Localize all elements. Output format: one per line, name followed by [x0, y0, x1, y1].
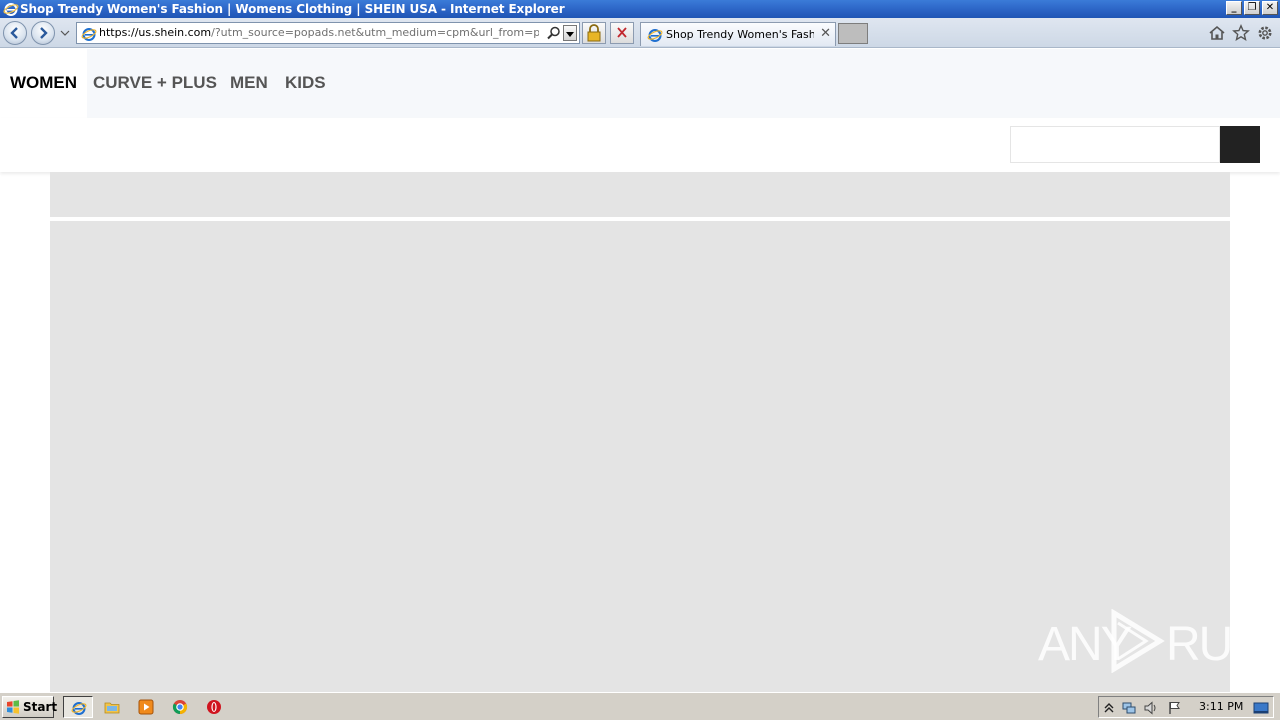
forward-arrow-icon — [40, 27, 48, 39]
window-titlebar: Shop Trendy Women's Fashion | Womens Clo… — [0, 0, 1280, 18]
page-viewport: WOMEN CURVE + PLUS MEN KIDS ANY RUN — [0, 49, 1280, 692]
header-search-row — [0, 118, 1280, 172]
anyrun-watermark: ANY RUN — [1038, 609, 1266, 673]
site-top-nav: WOMEN CURVE + PLUS MEN KIDS — [0, 49, 1280, 118]
tab-close-icon[interactable]: ✕ — [820, 23, 831, 45]
ie-logo-icon — [3, 3, 19, 16]
taskbar-opera[interactable] — [199, 696, 229, 718]
action-center-flag-icon[interactable] — [1167, 700, 1183, 716]
search-icon[interactable] — [547, 26, 561, 40]
address-bar[interactable]: https://us.shein.com/?utm_source=popads.… — [76, 22, 580, 44]
red-alert-icon — [206, 699, 222, 715]
back-arrow-icon — [10, 27, 18, 39]
back-button[interactable] — [3, 21, 27, 45]
history-dropdown-icon[interactable] — [60, 28, 70, 38]
security-lock-button[interactable] — [582, 22, 606, 44]
banner-placeholder — [50, 172, 1230, 217]
address-dropdown-button[interactable] — [563, 25, 577, 41]
new-tab-button[interactable] — [838, 23, 868, 44]
browser-right-icons — [1208, 24, 1274, 42]
chrome-icon — [172, 699, 188, 715]
close-window-button[interactable]: ✕ — [1262, 1, 1278, 15]
nav-men[interactable]: MEN — [230, 49, 268, 118]
folder-icon — [104, 699, 120, 715]
window-title: Shop Trendy Women's Fashion | Womens Clo… — [20, 2, 565, 16]
settings-gear-icon[interactable] — [1256, 24, 1274, 42]
show-hidden-icons-icon[interactable] — [1101, 700, 1117, 716]
url-query: /?utm_source=popads.net&utm_medium=cpm&u… — [211, 26, 539, 39]
stop-button[interactable] — [610, 22, 634, 44]
taskbar-chrome[interactable] — [165, 696, 195, 718]
site-search-input[interactable] — [1010, 126, 1220, 163]
lock-icon — [587, 24, 601, 42]
restore-button[interactable]: ❐ — [1244, 1, 1260, 15]
taskbar-explorer[interactable] — [97, 696, 127, 718]
ie-taskbar-icon — [71, 700, 87, 716]
nav-kids[interactable]: KIDS — [285, 49, 326, 118]
minimize-button[interactable]: _ — [1226, 1, 1242, 15]
start-button[interactable]: Start — [2, 696, 58, 718]
url-text[interactable]: https://us.shein.com/?utm_source=popads.… — [99, 23, 539, 43]
show-desktop-icon[interactable] — [1253, 700, 1269, 716]
taskbar-media-player[interactable] — [131, 696, 161, 718]
browser-toolbar: https://us.shein.com/?utm_source=popads.… — [0, 18, 1280, 48]
tab-ie-icon — [647, 29, 663, 42]
home-icon[interactable] — [1208, 24, 1226, 42]
forward-button[interactable] — [31, 21, 55, 45]
url-host: https://us.shein.com — [99, 26, 212, 39]
play-triangle-icon — [1111, 609, 1165, 673]
network-icon[interactable] — [1121, 700, 1137, 716]
tab-title: Shop Trendy Women's Fashi... — [666, 28, 814, 41]
taskbar-clock[interactable]: 3:11 PM — [1199, 697, 1243, 717]
nav-curve-plus[interactable]: CURVE + PLUS — [93, 49, 217, 118]
taskbar-ie[interactable] — [63, 696, 93, 718]
windows-taskbar: Start 3:11 PM — [0, 692, 1280, 720]
media-player-icon — [138, 699, 154, 715]
page-ie-icon — [81, 28, 97, 41]
volume-icon[interactable] — [1143, 700, 1159, 716]
nav-women[interactable]: WOMEN — [0, 49, 88, 118]
browser-tab[interactable]: Shop Trendy Women's Fashi... ✕ — [640, 22, 836, 46]
dropdown-arrow-icon — [566, 32, 574, 37]
window-controls: _ ❐ ✕ — [1226, 1, 1278, 15]
watermark-right-text: RUN — [1166, 618, 1266, 671]
start-label: Start — [23, 700, 58, 714]
stop-x-icon — [617, 27, 627, 38]
windows-flag-icon — [7, 700, 19, 714]
favorites-star-icon[interactable] — [1232, 24, 1250, 42]
system-tray: 3:11 PM — [1098, 696, 1274, 718]
site-search-button[interactable] — [1220, 126, 1260, 163]
